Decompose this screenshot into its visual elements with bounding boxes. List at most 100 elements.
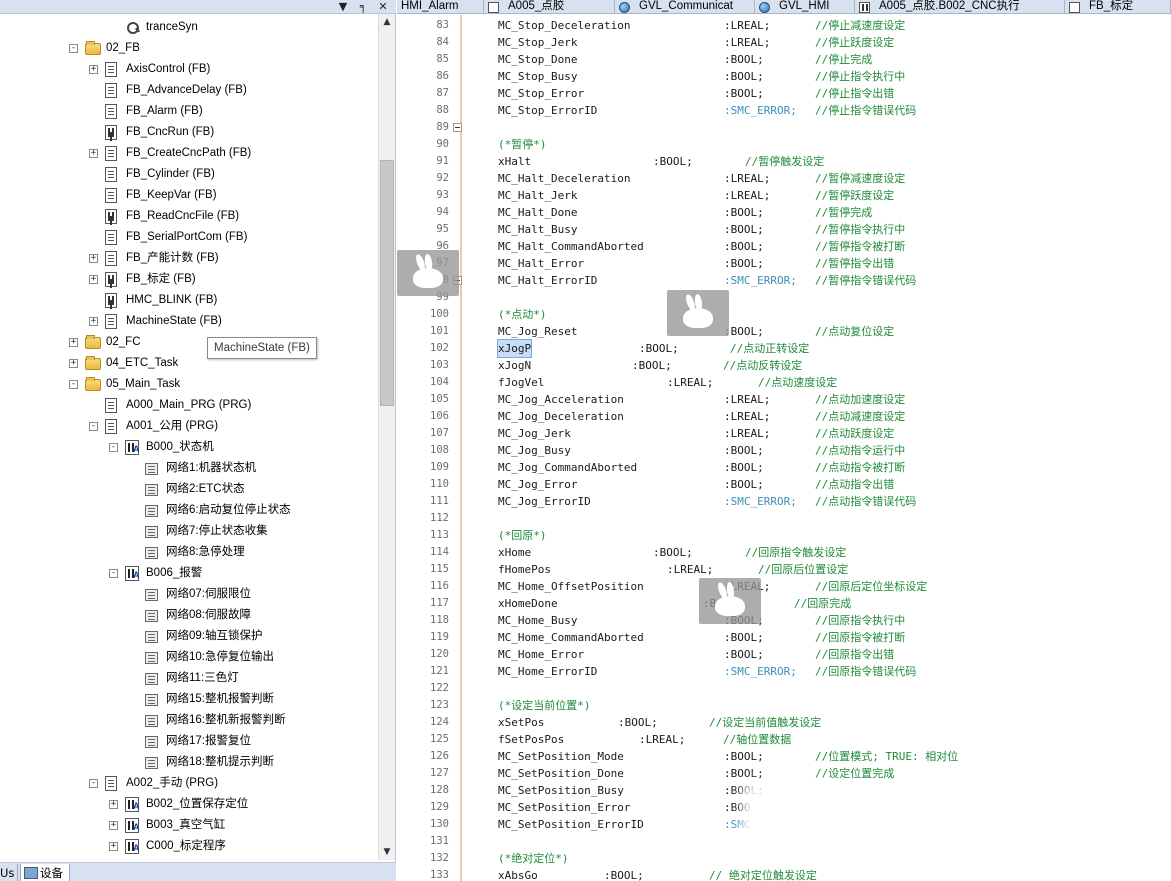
code-line[interactable]: 91 xHalt:BOOL; //暂停触发设定 — [397, 153, 1171, 170]
expand-icon[interactable]: + — [69, 338, 78, 347]
code-line[interactable]: 124 xSetPos:BOOL; //设定当前值触发设定 — [397, 714, 1171, 731]
code-line[interactable]: 98MC_Halt_ErrorID:SMC_ERROR;//暂停指令错误代码 — [397, 272, 1171, 289]
code-line[interactable]: 92 MC_Halt_Deceleration:LREAL; //暂停减速度设定 — [397, 170, 1171, 187]
tree-item[interactable]: 网络6:启动复位停止状态 — [0, 500, 378, 521]
tree-item[interactable]: - B000_状态机 — [0, 437, 378, 458]
code-line[interactable]: 108 MC_Jog_Busy:BOOL; //点动指令运行中 — [397, 442, 1171, 459]
tree-item[interactable]: 网络17:报警复位 — [0, 731, 378, 752]
tree-item[interactable]: 网络15:整机报警判断 — [0, 689, 378, 710]
tree-item[interactable]: + AxisControl (FB) — [0, 59, 378, 80]
expand-icon[interactable]: + — [69, 359, 78, 368]
tree-item[interactable]: - 05_Main_Task — [0, 374, 378, 395]
code-line[interactable]: 123 (*设定当前位置*) — [397, 697, 1171, 714]
code-line[interactable]: 94 MC_Halt_Done:BOOL; //暂停完成 — [397, 204, 1171, 221]
editor-tab[interactable]: A005_点胶 — [484, 0, 615, 13]
tree-item[interactable]: - 02_FB — [0, 38, 378, 59]
code-line[interactable]: 93 MC_Halt_Jerk:LREAL; //暂停跃度设定 — [397, 187, 1171, 204]
tab-devices[interactable]: 设备 — [20, 864, 70, 881]
code-line[interactable]: 104 fJogVel:LREAL; //点动速度设定 — [397, 374, 1171, 391]
collapse-icon[interactable]: - — [109, 443, 118, 452]
code-line[interactable]: 107 MC_Jog_Jerk:LREAL; //点动跃度设定 — [397, 425, 1171, 442]
fold-collapse-icon[interactable] — [453, 123, 462, 132]
tree-item[interactable]: + MachineState (FB) — [0, 311, 378, 332]
code-line[interactable]: 99 — [397, 289, 1171, 306]
tree-item[interactable]: + B002_位置保存定位 — [0, 794, 378, 815]
tab-us[interactable]: Us — [0, 864, 18, 881]
tree-item[interactable]: - B006_报警 — [0, 563, 378, 584]
scroll-up-arrow-icon[interactable]: ▲ — [379, 14, 395, 30]
tree-item[interactable]: A000_Main_PRG (PRG) — [0, 395, 378, 416]
code-line[interactable]: 100 (*点动*) — [397, 306, 1171, 323]
tree-item[interactable]: + B003_真空气缸 — [0, 815, 378, 836]
editor-tab[interactable]: FB_标定 — [1065, 0, 1171, 13]
editor-tab[interactable]: GVL_Communicat — [615, 0, 755, 13]
code-line[interactable]: 96 MC_Halt_CommandAborted:BOOL;//暂停指令被打断 — [397, 238, 1171, 255]
tree-item[interactable]: + C000_标定程序 — [0, 836, 378, 857]
editor-tab[interactable]: HMI_Alarm — [397, 0, 484, 13]
collapse-icon[interactable]: - — [89, 779, 98, 788]
code-line[interactable]: 112 — [397, 510, 1171, 527]
expand-icon[interactable]: + — [109, 821, 118, 830]
tree-item[interactable]: 网络18:整机提示判断 — [0, 752, 378, 773]
expand-icon[interactable]: + — [89, 65, 98, 74]
panel-menu-button[interactable]: ▼ — [336, 0, 350, 14]
code-line[interactable]: 88 MC_Stop_ErrorID:SMC_ERROR; //停止指令错误代码 — [397, 102, 1171, 119]
tree-item[interactable]: 网络09:轴互锁保护 — [0, 626, 378, 647]
code-line[interactable]: 119 MC_Home_CommandAborted:BOOL; //回原指令被打断 — [397, 629, 1171, 646]
tree-item[interactable]: 网络10:急停复位输出 — [0, 647, 378, 668]
scroll-down-arrow-icon[interactable]: ▼ — [379, 844, 395, 860]
tree-item[interactable]: + FB_标定 (FB) — [0, 269, 378, 290]
tree-item[interactable]: 网络07:伺服限位 — [0, 584, 378, 605]
code-line[interactable]: 120 MC_Home_Error:BOOL; //回原指令出错 — [397, 646, 1171, 663]
pin-icon[interactable]: ╕ — [356, 0, 370, 14]
code-line[interactable]: 132 (*绝对定位*) — [397, 850, 1171, 867]
tree-item[interactable]: - A002_手动 (PRG) — [0, 773, 378, 794]
collapse-icon[interactable]: - — [109, 569, 118, 578]
tree-item[interactable]: +02_FC — [0, 332, 378, 353]
tree-item[interactable]: 网络11:三色灯 — [0, 668, 378, 689]
code-line[interactable]: 114 xHome:BOOL; //回原指令触发设定 — [397, 544, 1171, 561]
code-line[interactable]: 110 MC_Jog_Error:BOOL; //点动指令出错 — [397, 476, 1171, 493]
editor-tab[interactable]: GVL_HMI — [755, 0, 855, 13]
editor-tab[interactable]: A005_点胶.B002_CNC执行 — [855, 0, 1065, 13]
code-line[interactable]: 95 MC_Halt_Busy:BOOL; //暂停指令执行中 — [397, 221, 1171, 238]
code-editor[interactable]: 83 MC_Stop_Deceleration:LREAL; //停止减速度设定 84… — [397, 15, 1171, 881]
code-line[interactable]: 113 (*回原*) — [397, 527, 1171, 544]
tree-item[interactable]: tranceSyn — [0, 17, 378, 38]
code-line[interactable]: 116MC_Home_OffsetPosition:LREAL;//回原后定位坐… — [397, 578, 1171, 595]
code-line[interactable]: 118MC_Home_Busy:BOOL;//回原指令执行中 — [397, 612, 1171, 629]
code-line[interactable]: 115 fHomePos:LREAL; //回原后位置设定 — [397, 561, 1171, 578]
collapse-icon[interactable]: - — [69, 44, 78, 53]
tree-item[interactable]: FB_KeepVar (FB) — [0, 185, 378, 206]
tree-item[interactable]: FB_Cylinder (FB) — [0, 164, 378, 185]
tree-item[interactable]: FB_SerialPortCom (FB) — [0, 227, 378, 248]
tree-item[interactable]: +04_ETC_Task — [0, 353, 378, 374]
tree-item[interactable]: FB_Alarm (FB) — [0, 101, 378, 122]
expand-icon[interactable]: + — [89, 317, 98, 326]
tree-item[interactable]: HMC_BLINK (FB) — [0, 290, 378, 311]
code-line[interactable]: 101 MC_Jog_Reset:BOOL; //点动复位设定 — [397, 323, 1171, 340]
expand-icon[interactable]: + — [109, 842, 118, 851]
expand-icon[interactable]: + — [89, 275, 98, 284]
expand-icon[interactable]: + — [89, 254, 98, 263]
expand-icon[interactable]: + — [109, 800, 118, 809]
code-line[interactable]: 90 (*暂停*) — [397, 136, 1171, 153]
tree-item[interactable]: 网络7:停止状态收集 — [0, 521, 378, 542]
tree-item[interactable]: + FB_产能计数 (FB) — [0, 248, 378, 269]
code-line[interactable]: 89 — [397, 119, 1171, 136]
code-line[interactable]: 102 xJogP:BOOL; //点动正转设定 — [397, 339, 1171, 358]
tree-vertical-scrollbar[interactable]: ▲ ▼ — [378, 14, 395, 860]
code-line[interactable]: 106 MC_Jog_Deceleration:LREAL; //点动减速度设定 — [397, 408, 1171, 425]
code-line[interactable]: 133 xAbsGo:BOOL; // 绝对定位触发设定 — [397, 867, 1171, 881]
tree-item[interactable]: 网络1:机器状态机 — [0, 458, 378, 479]
code-line[interactable]: 111 MC_Jog_ErrorID:SMC_ERROR; //点动指令错误代码 — [397, 493, 1171, 510]
tree-item[interactable]: + FB_CreateCncPath (FB) — [0, 143, 378, 164]
code-line[interactable]: 121 MC_Home_ErrorID:SMC_ERROR; //回原指令错误代码 — [397, 663, 1171, 680]
collapse-icon[interactable]: - — [89, 422, 98, 431]
tree-item[interactable]: FB_CncRun (FB) — [0, 122, 378, 143]
code-line[interactable]: 97MC_Halt_Error:BOOL;//暂停指令出错 — [397, 255, 1171, 272]
collapse-icon[interactable]: - — [69, 380, 78, 389]
expand-icon[interactable]: + — [89, 149, 98, 158]
code-line[interactable]: 105 MC_Jog_Acceleration:LREAL; //点动加速度设定 — [397, 391, 1171, 408]
tree-item[interactable]: FB_AdvanceDelay (FB) — [0, 80, 378, 101]
